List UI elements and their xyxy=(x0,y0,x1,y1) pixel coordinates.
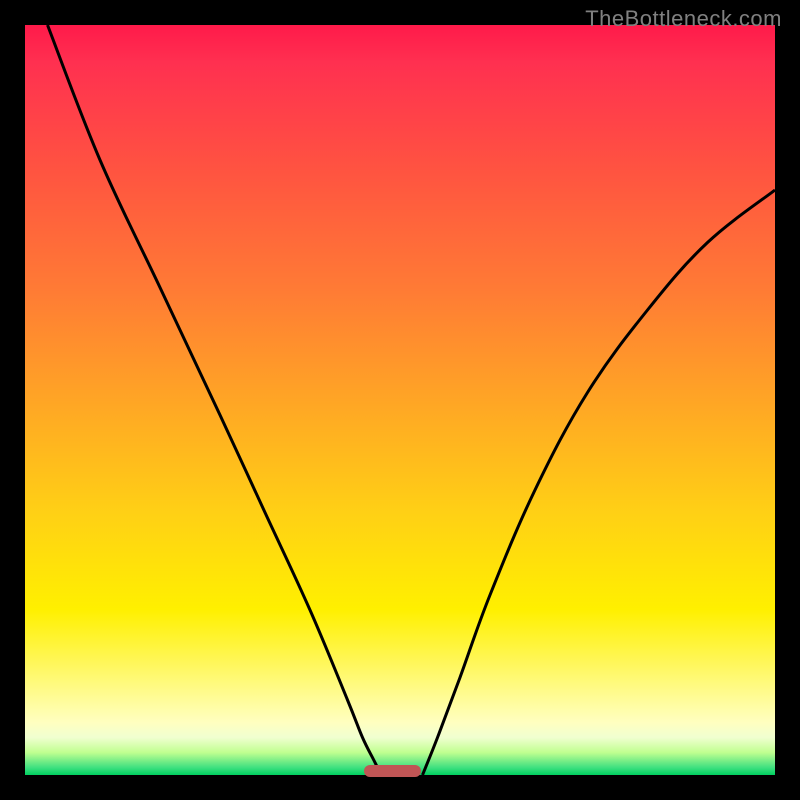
plot-area xyxy=(25,25,775,775)
right-curve xyxy=(423,190,776,775)
bottleneck-marker xyxy=(364,765,422,777)
curve-layer xyxy=(25,25,775,775)
watermark-text: TheBottleneck.com xyxy=(585,6,782,32)
left-curve xyxy=(48,25,382,775)
chart-container: TheBottleneck.com xyxy=(0,0,800,800)
